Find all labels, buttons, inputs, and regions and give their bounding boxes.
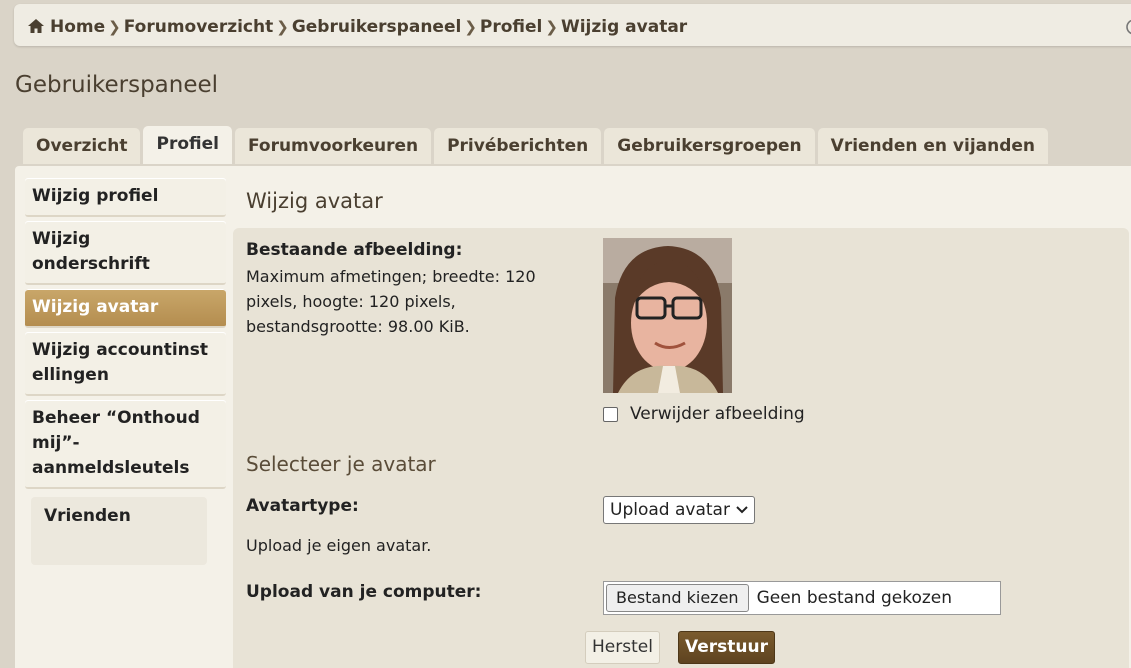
sidebar-item-label: Wijzig onderschrift <box>32 229 150 274</box>
breadcrumb-wijzig-avatar[interactable]: Wijzig avatar <box>561 17 687 37</box>
sidebar-item-wijzig-profiel[interactable]: Wijzig profiel <box>25 178 226 217</box>
tab-priveberichten[interactable]: Privéberichten <box>434 128 602 164</box>
remove-image-checkbox[interactable] <box>603 406 618 422</box>
tab-bar: Overzicht Profiel Forumvoorkeuren Privéb… <box>23 126 1049 164</box>
existing-image-label: Bestaande afbeelding: <box>246 240 463 260</box>
breadcrumb-gebruikerspaneel[interactable]: Gebruikerspaneel <box>292 17 461 37</box>
breadcrumb-home[interactable]: Home <box>50 17 105 37</box>
reset-button[interactable]: Herstel <box>585 631 660 664</box>
sidebar-item-label: Beheer “Onthoud mij”-aanmeldsleutels <box>32 408 200 478</box>
submit-button[interactable]: Verstuur <box>678 631 775 664</box>
avatar-image <box>603 238 732 393</box>
clock-icon <box>1126 19 1131 35</box>
breadcrumb-bar: Home ❯ Forumoverzicht ❯ Gebruikerspaneel ❯ Pro… <box>14 4 1131 46</box>
chevron-right-icon: ❯ <box>545 18 558 36</box>
chevron-right-icon: ❯ <box>108 18 121 36</box>
sidebar: Wijzig profiel Wijzig onderschrift Wijzi… <box>25 178 226 565</box>
select-avatar-title: Selecteer je avatar <box>246 452 436 476</box>
tab-gebruikersgroepen[interactable]: Gebruikersgroepen <box>604 128 815 164</box>
file-input[interactable]: Bestand kiezen Geen bestand gekozen <box>603 581 1001 615</box>
sidebar-item-label: Wijzig accountinstellingen <box>32 340 209 385</box>
existing-image-description: Maximum afmetingen; breedte: 120 pixels,… <box>246 267 536 336</box>
chevron-down-icon <box>736 506 748 514</box>
content-area: Wijzig profiel Wijzig onderschrift Wijzi… <box>15 166 1131 668</box>
upload-hint: Upload je eigen avatar. <box>246 536 432 555</box>
sidebar-item-wijzig-accountinstellingen[interactable]: Wijzig accountinstellingen <box>25 332 226 396</box>
file-status: Geen bestand gekozen <box>756 588 953 608</box>
avatartype-label: Avatartype: <box>246 496 359 516</box>
avatartype-select[interactable]: Upload avatar <box>603 496 755 524</box>
chevron-right-icon: ❯ <box>464 18 477 36</box>
avatartype-value: Upload avatar <box>610 500 730 520</box>
breadcrumb: Home ❯ Forumoverzicht ❯ Gebruikerspaneel ❯ Pro… <box>28 17 687 37</box>
friends-box-title: Vrienden <box>44 506 131 526</box>
home-icon <box>28 19 44 33</box>
sidebar-item-wijzig-onderschrift[interactable]: Wijzig onderschrift <box>25 221 226 285</box>
sidebar-item-wijzig-avatar[interactable]: Wijzig avatar <box>25 289 226 328</box>
chevron-right-icon: ❯ <box>276 18 289 36</box>
tab-forumvoorkeuren[interactable]: Forumvoorkeuren <box>234 128 432 164</box>
remove-image-label: Verwijder afbeelding <box>630 404 805 424</box>
sidebar-item-beheer-aanmeldsleutels[interactable]: Beheer “Onthoud mij”-aanmeldsleutels <box>25 400 226 489</box>
page-title: Gebruikerspaneel <box>15 72 219 98</box>
breadcrumb-profiel[interactable]: Profiel <box>480 17 542 37</box>
friends-box: Vrienden <box>31 497 207 565</box>
tab-overzicht[interactable]: Overzicht <box>23 128 141 164</box>
section-title: Wijzig avatar <box>246 189 383 213</box>
upload-label: Upload van je computer: <box>246 582 482 602</box>
remove-image-row: Verwijder afbeelding <box>603 404 805 424</box>
tab-profiel[interactable]: Profiel <box>143 126 232 164</box>
tab-vrienden-en-vijanden[interactable]: Vrienden en vijanden <box>817 128 1049 164</box>
choose-file-button[interactable]: Bestand kiezen <box>606 584 749 612</box>
avatar-panel: Bestaande afbeelding: Maximum afmetingen… <box>233 228 1129 668</box>
breadcrumb-forumoverzicht[interactable]: Forumoverzicht <box>124 17 274 37</box>
